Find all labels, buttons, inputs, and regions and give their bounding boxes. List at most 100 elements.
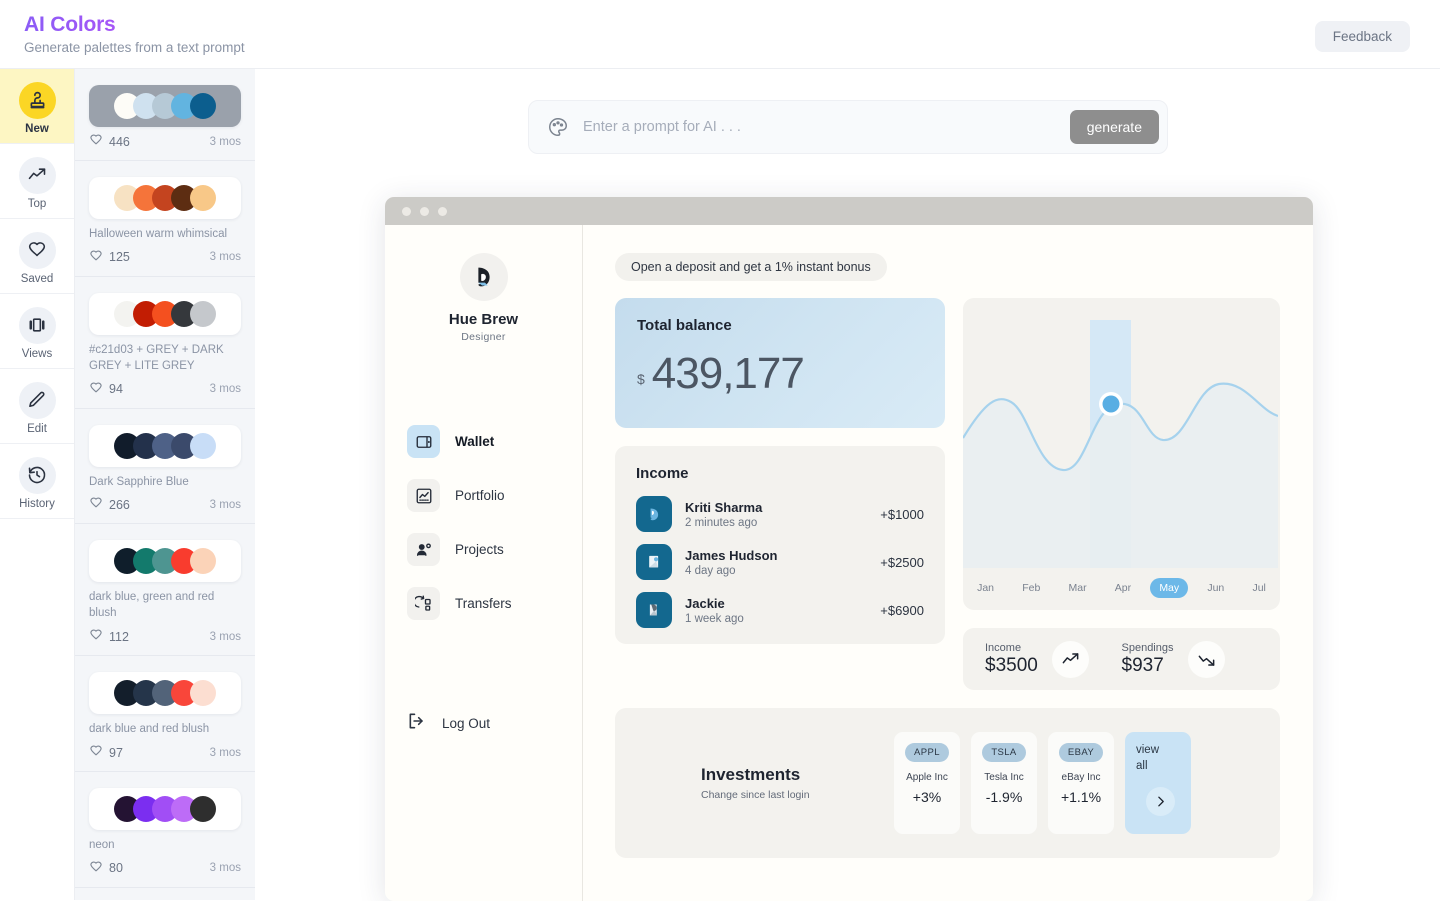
window-dot-close[interactable] — [402, 207, 411, 216]
page-subtitle: Generate palettes from a text prompt — [24, 40, 245, 55]
logout-button[interactable]: Log Out — [385, 711, 582, 736]
palette-likes[interactable]: 125 — [89, 249, 130, 266]
balance-title: Total balance — [637, 317, 923, 334]
palette-swatches — [114, 548, 216, 574]
palette-meta: 97 3 mos — [89, 744, 241, 761]
nav-item-transfers[interactable]: Transfers — [407, 587, 582, 620]
pencil-icon — [19, 382, 56, 419]
palette-age: 3 mos — [210, 862, 241, 874]
palette-item[interactable]: 446 3 mos — [75, 69, 255, 161]
income-timestamp: 4 day ago — [685, 565, 880, 577]
palette-swatches — [114, 185, 216, 211]
income-row[interactable]: Kriti Sharma 2 minutes ago +$1000 — [636, 496, 924, 532]
chart-month-feb[interactable]: Feb — [1013, 578, 1049, 598]
sidebar-item-saved[interactable]: Saved — [0, 219, 74, 294]
investments-heading: Investments Change since last login — [639, 765, 894, 801]
investment-tile[interactable]: EBAY eBay Inc +1.1% — [1048, 732, 1114, 834]
feedback-button[interactable]: Feedback — [1315, 21, 1410, 52]
palette-like-count: 446 — [109, 135, 130, 149]
palette-likes[interactable]: 446 — [89, 133, 130, 150]
palette-name: Halloween warm whimsical — [89, 227, 241, 243]
heart-icon — [89, 496, 103, 513]
dashboard-left-column: Total balance $ 439,177 Income Kriti Sha… — [615, 298, 945, 690]
palette-swatch[interactable] — [190, 433, 216, 459]
palette-likes[interactable]: 80 — [89, 860, 123, 877]
chart-month-jul[interactable]: Jul — [1243, 578, 1274, 598]
palette-swatch[interactable] — [190, 93, 216, 119]
palette-meta: 80 3 mos — [89, 860, 241, 877]
palette-name: neon — [89, 838, 241, 854]
palette-likes[interactable]: 94 — [89, 381, 123, 398]
palette-item[interactable]: #c21d03 + GREY + DARK GREY + LITE GREY 9… — [75, 277, 255, 409]
chart-month-may[interactable]: May — [1150, 578, 1188, 598]
chart-month-jan[interactable]: Jan — [968, 578, 1003, 598]
palette-likes[interactable]: 112 — [89, 628, 129, 645]
chart-month-mar[interactable]: Mar — [1060, 578, 1096, 598]
nav-item-wallet[interactable]: Wallet — [407, 425, 582, 458]
palette-swatch[interactable] — [190, 548, 216, 574]
dashboard-right-column: JanFebMarAprMayJunJul Income $3500 — [963, 298, 1280, 690]
investment-tile[interactable]: APPL Apple Inc +3% — [894, 732, 960, 834]
income-row[interactable]: Jackie 1 week ago +$6900 — [636, 592, 924, 628]
palette-swatch[interactable] — [190, 680, 216, 706]
palette-swatch[interactable] — [190, 301, 216, 327]
sidebar-item-new[interactable]: New — [0, 69, 74, 144]
chart-month-apr[interactable]: Apr — [1106, 578, 1140, 598]
generate-button[interactable]: generate — [1070, 110, 1159, 144]
avatar — [460, 253, 508, 301]
chart-canvas — [963, 298, 1278, 568]
sidebar-item-views[interactable]: Views — [0, 294, 74, 369]
palette-likes[interactable]: 97 — [89, 744, 123, 761]
nav-item-projects[interactable]: Projects — [407, 533, 582, 566]
palette-item[interactable]: neon 80 3 mos — [75, 772, 255, 888]
balance-amount-row: $ 439,177 — [637, 352, 923, 396]
palette-list[interactable]: 446 3 mos Halloween warm whimsical 125 3… — [75, 69, 255, 900]
balance-value: 439,177 — [652, 352, 804, 396]
palette-swatch-card[interactable] — [89, 672, 241, 714]
palette-likes[interactable]: 266 — [89, 496, 130, 513]
trending-up-icon — [1052, 641, 1089, 678]
palette-meta: 125 3 mos — [89, 249, 241, 266]
palette-swatch[interactable] — [190, 796, 216, 822]
chart-month-axis[interactable]: Jan Feb Mar Apr May Jun Jul — [963, 578, 1280, 598]
income-row[interactable]: James Hudson 4 day ago +$2500 — [636, 544, 924, 580]
palette-item[interactable]: Dark Sapphire Blue 266 3 mos — [75, 409, 255, 525]
sidebar-label-views: Views — [22, 348, 52, 360]
palette-item[interactable]: dark blue and red blush 97 3 mos — [75, 656, 255, 772]
palette-swatch-card[interactable] — [89, 788, 241, 830]
palette-item[interactable]: Halloween warm whimsical 125 3 mos — [75, 161, 255, 277]
palette-meta: 446 3 mos — [89, 133, 241, 150]
palette-swatch-card[interactable] — [89, 540, 241, 582]
palette-swatch-card[interactable] — [89, 177, 241, 219]
preview-main: Open a deposit and get a 1% instant bonu… — [583, 225, 1313, 901]
nav-item-portfolio[interactable]: Portfolio — [407, 479, 582, 512]
palette-age: 3 mos — [210, 747, 241, 759]
main-stage: generate Hue Brew Designer — [255, 69, 1440, 900]
bonus-banner[interactable]: Open a deposit and get a 1% instant bonu… — [615, 253, 887, 281]
palette-swatch[interactable] — [190, 185, 216, 211]
window-dot-minimize[interactable] — [420, 207, 429, 216]
palette-swatch-card[interactable] — [89, 85, 241, 127]
palette-swatch-card[interactable] — [89, 293, 241, 335]
palette-swatch-card[interactable] — [89, 425, 241, 467]
preview-nav: Wallet Portfolio — [385, 425, 582, 641]
palette-age: 3 mos — [210, 499, 241, 511]
sidebar-item-top[interactable]: Top — [0, 144, 74, 219]
view-all-investments-button[interactable]: viewall — [1125, 732, 1191, 834]
chevron-right-icon[interactable] — [1146, 787, 1175, 816]
sidebar-item-history[interactable]: History — [0, 444, 74, 519]
contact-avatar — [636, 544, 672, 580]
sidebar-item-edit[interactable]: Edit — [0, 369, 74, 444]
prompt-input[interactable] — [583, 119, 1070, 135]
investment-tile[interactable]: TSLA Tesla Inc -1.9% — [971, 732, 1037, 834]
palette-item[interactable]: dark blue, green and red blush 112 3 mos — [75, 524, 255, 656]
chart-month-jun[interactable]: Jun — [1198, 578, 1233, 598]
activity-chart[interactable]: Jan Feb Mar Apr May Jun Jul — [963, 298, 1280, 610]
palette-name: Dark Sapphire Blue — [89, 475, 241, 491]
investment-ticker: EBAY — [1059, 743, 1103, 762]
preview-window: Hue Brew Designer Wallet — [385, 197, 1313, 901]
investments-title: Investments — [701, 765, 894, 785]
dashboard-grid: Total balance $ 439,177 Income Kriti Sha… — [615, 298, 1280, 690]
window-dot-maximize[interactable] — [438, 207, 447, 216]
user-gear-icon — [407, 533, 440, 566]
